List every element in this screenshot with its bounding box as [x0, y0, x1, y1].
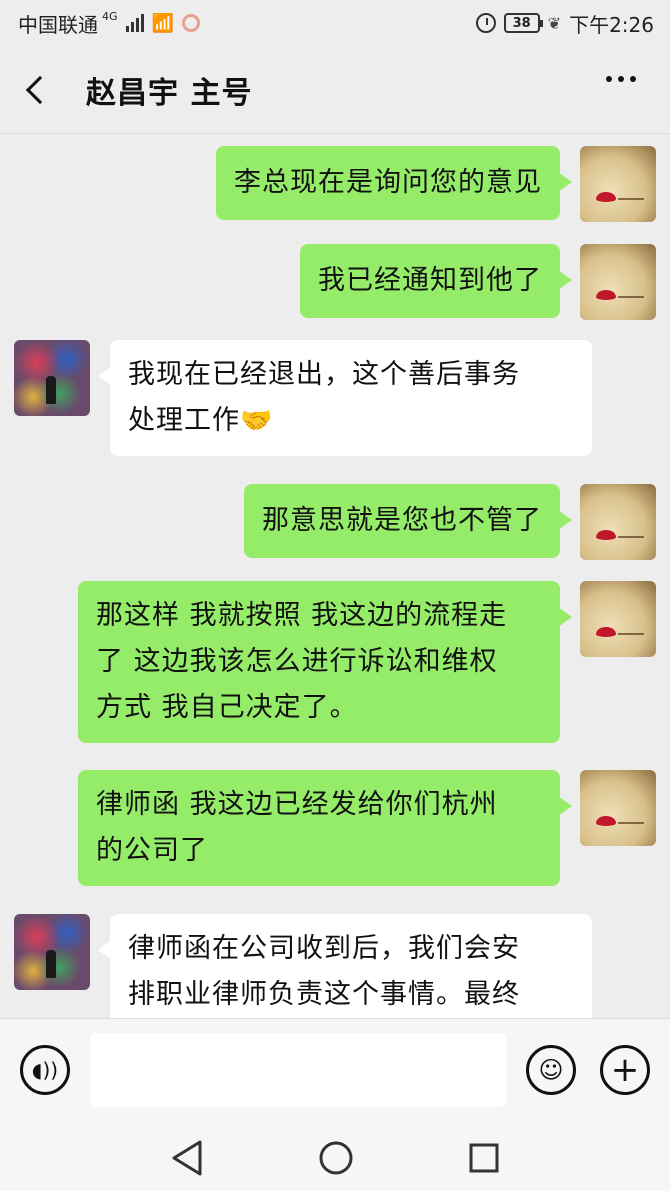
carrier-label: 中国联通: [18, 12, 98, 37]
circle-home-icon: [319, 1141, 353, 1175]
leaf-icon: ❦: [547, 13, 562, 33]
emoji-icon: ☺: [538, 1056, 564, 1084]
self-avatar[interactable]: [580, 146, 656, 222]
voice-button[interactable]: ◖)): [20, 1045, 70, 1095]
emoji-button[interactable]: ☺: [526, 1045, 576, 1095]
signal-icon: [125, 14, 144, 32]
message-bubble[interactable]: 那这样 我就按照 我这边的流程走 了 这边我该怎么进行诉讼和维权 方式 我自己决…: [78, 581, 572, 743]
message-text: 律师函在公司收到后，我们会安: [128, 933, 520, 964]
status-time: 下午2:26: [569, 12, 654, 37]
message-text: 排职业律师负责这个事情。最终: [128, 979, 520, 1010]
input-bar: ◖)) ☺ +: [0, 1018, 670, 1126]
message-text: 的公司了: [96, 835, 208, 866]
self-avatar[interactable]: [580, 484, 656, 560]
message-bubble[interactable]: 律师函在公司收到后，我们会安 排职业律师负责这个事情。最终: [98, 914, 592, 1018]
system-nav-bar: [0, 1126, 670, 1191]
battery-level: 38: [512, 15, 531, 31]
plus-icon: +: [610, 1050, 640, 1090]
handshake-icon: 🤝: [240, 406, 274, 436]
nav-back-button[interactable]: [170, 1138, 204, 1182]
more-icon[interactable]: [606, 76, 636, 82]
self-avatar[interactable]: [580, 244, 656, 320]
triangle-back-icon: [172, 1140, 202, 1176]
message-input[interactable]: [90, 1033, 506, 1107]
self-avatar[interactable]: [580, 770, 656, 846]
message-bubble[interactable]: 李总现在是询问您的意见: [216, 146, 572, 220]
contact-avatar[interactable]: [14, 914, 90, 990]
status-bar: 中国联通 4G 📶 38 ❦ 下午2:26: [0, 0, 670, 46]
message-bubble[interactable]: 我现在已经退出，这个善后事务 处理工作🤝: [98, 340, 592, 456]
self-avatar[interactable]: [580, 581, 656, 657]
nav-home-button[interactable]: [316, 1138, 356, 1182]
status-right: 38 ❦ 下午2:26: [475, 9, 654, 38]
message-bubble[interactable]: 律师函 我这边已经发给你们杭州 的公司了: [78, 770, 572, 886]
notification-icon: [181, 14, 200, 32]
battery-icon: 38: [503, 13, 543, 33]
message-text: 方式 我自己决定了。: [96, 692, 358, 723]
message-text: 那这样 我就按照 我这边的流程走: [96, 600, 508, 631]
plus-button[interactable]: +: [600, 1045, 650, 1095]
message-bubble[interactable]: 那意思就是您也不管了: [244, 484, 572, 558]
status-left: 中国联通 4G 📶: [18, 9, 200, 38]
message-bubble[interactable]: 我已经通知到他了: [300, 244, 572, 318]
chat-header: 赵昌宇 主号: [0, 46, 670, 134]
alarm-icon: [475, 13, 496, 33]
message-text: 了 这边我该怎么进行诉讼和维权: [96, 646, 498, 677]
message-text: 律师函 我这边已经发给你们杭州: [96, 789, 498, 820]
voice-icon: ◖)): [31, 1058, 59, 1082]
network-type: 4G: [102, 9, 118, 23]
wifi-icon: 📶: [151, 12, 174, 34]
contact-avatar[interactable]: [14, 340, 90, 416]
message-text: 我现在已经退出，这个善后事务: [128, 359, 520, 390]
message-list[interactable]: 李总现在是询问您的意见 我已经通知到他了 我现在已经退出，这个善后事务 处理工作…: [0, 134, 670, 1018]
message-text: 处理工作: [128, 405, 240, 436]
square-recent-icon: [469, 1143, 499, 1173]
message-text: 我已经通知到他了: [318, 265, 542, 296]
back-icon[interactable]: [25, 75, 55, 104]
nav-recent-button[interactable]: [466, 1138, 502, 1182]
message-text: 李总现在是询问您的意见: [234, 167, 542, 198]
chat-title: 赵昌宇 主号: [86, 75, 253, 111]
message-text: 那意思就是您也不管了: [262, 505, 542, 536]
